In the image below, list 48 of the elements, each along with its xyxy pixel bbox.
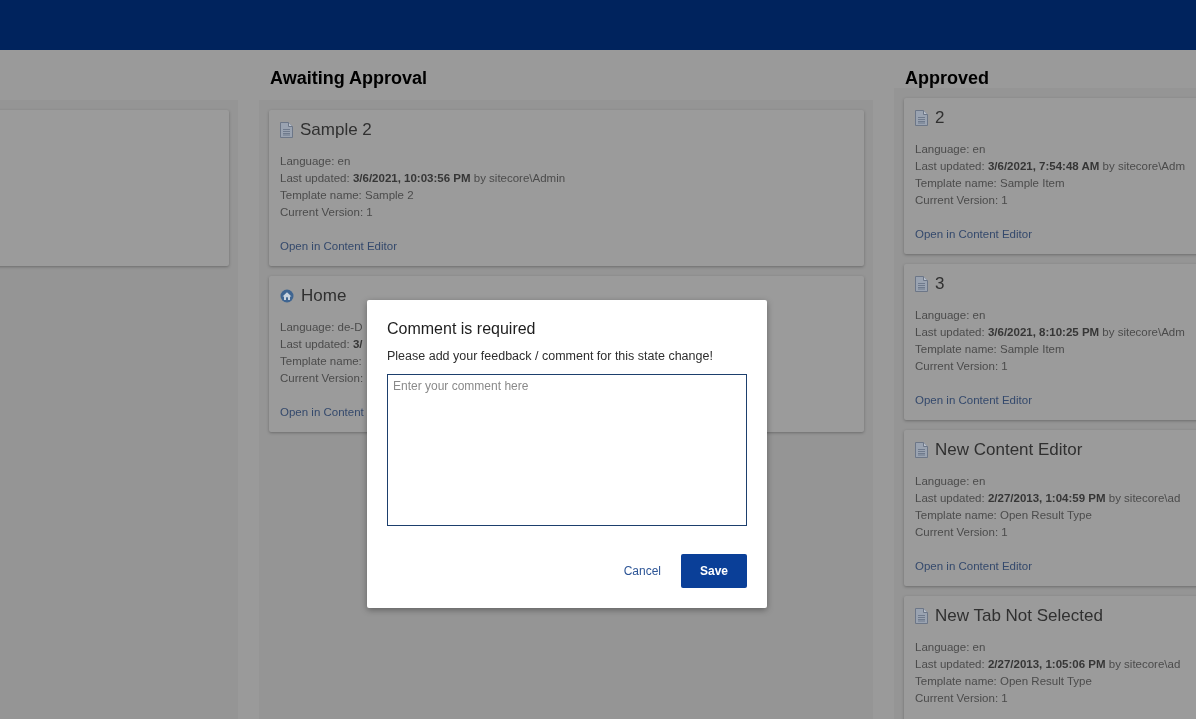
template-name-text: Template name: [280,354,362,369]
last-updated-text: Last updated: 3/6/2021, 8:10:25 PM by sitecore\Adm [915,325,1185,340]
column-title: Awaiting Approval [270,68,429,88]
version-text: Current Version: 1 [915,691,1008,706]
version-text: Current Version: 1 [915,193,1008,208]
language-text: Language: en [915,308,986,323]
open-editor-link[interactable]: Open in Content Editor [915,557,1032,575]
document-icon [915,276,928,292]
document-icon [915,442,928,458]
version-text: Current Version: [280,371,364,386]
house-icon [280,289,294,303]
language-text: Language: en [915,474,986,489]
last-updated-text: Last updated: 3/6/2021, 10:03:56 PM by sitecore\Admin [280,171,566,186]
card-title: Home [301,286,347,306]
version-text: Current Version: 1 [915,359,1008,374]
card-title: Sample 2 [300,120,372,140]
open-editor-link[interactable]: Open in Content Editor [280,237,397,255]
template-name-text: Template name: Sample Item [915,342,1065,357]
language-text: Language: de-D [280,320,363,335]
document-icon [915,110,928,126]
version-text: Current Version: 1 [280,205,373,220]
language-text: Language: en [280,154,351,169]
template-name-text: Template name: Open Result Type [915,508,1092,523]
comment-field[interactable]: Enter your comment here [387,374,747,526]
template-name-text: Template name: Open Result Type [915,674,1092,689]
document-icon [280,122,293,138]
language-text: Language: en [915,142,986,157]
last-updated-text: Last updated: 2/27/2013, 1:05:06 PM by sitecore\ad [915,657,1181,672]
column-title: Approved [905,68,990,88]
template-name-text: Template name: Sample 2 [280,188,414,203]
last-updated-text: Last updated: 2/27/2013, 1:04:59 PM by sitecore\ad [915,491,1181,506]
save-button[interactable]: Save [681,554,747,588]
card-title: 3 [935,274,945,294]
dialog-message: Please add your feedback / comment for this state change! [387,348,714,364]
open-editor-link[interactable]: Open in Content Editor [915,225,1032,243]
card-title: New Content Editor [935,440,1083,460]
template-name-text: Template name: Sample Item [915,176,1065,191]
cancel-button[interactable]: Cancel [615,556,669,586]
card-title: New Tab Not Selected [935,606,1103,626]
last-updated-text: Last updated: 3/ [280,337,363,352]
version-text: Current Version: 1 [915,525,1008,540]
card-title: 2 [935,108,945,128]
last-updated-text: Last updated: 3/6/2021, 7:54:48 AM by sitecore\Adm [915,159,1185,174]
dialog-title: Comment is required [387,320,537,338]
open-editor-link[interactable]: Open in Content Editor [915,391,1032,409]
open-editor-link[interactable]: Open in Content [280,403,364,421]
document-icon [915,608,928,624]
language-text: Language: en [915,640,986,655]
